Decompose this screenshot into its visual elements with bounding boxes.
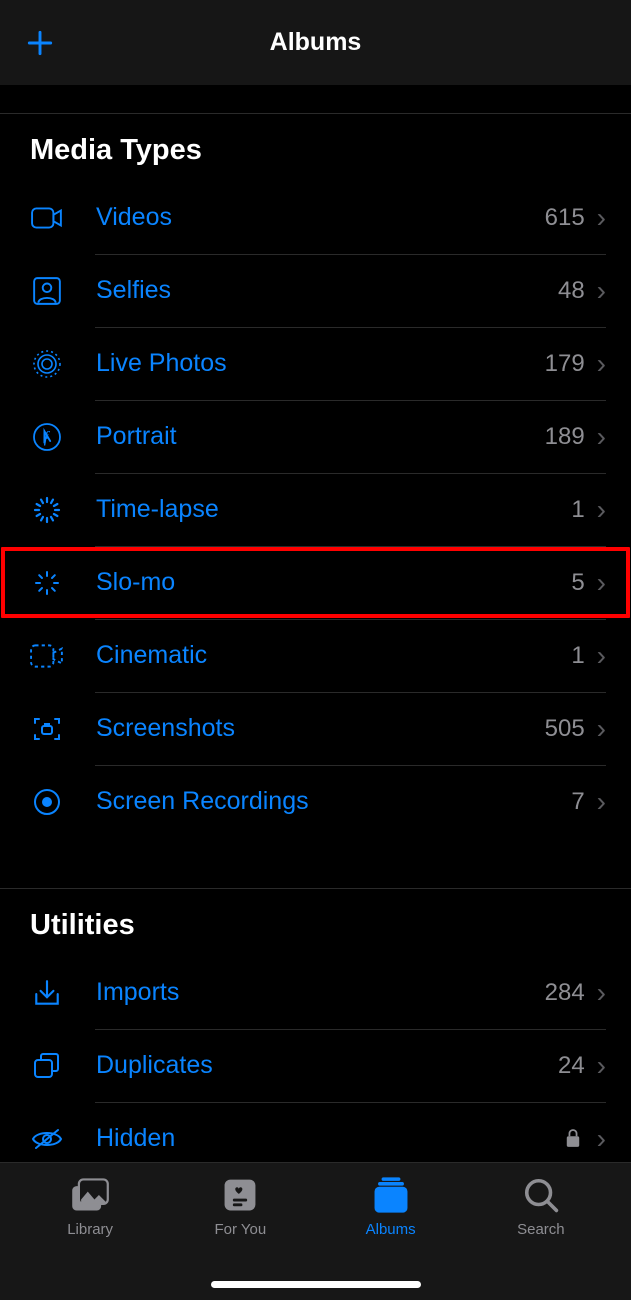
home-indicator[interactable] xyxy=(211,1281,421,1288)
media-types-list: Videos 615 › Selfies 48 › Live Photos 17… xyxy=(0,181,631,838)
page-title: Albums xyxy=(270,28,362,57)
list-item-videos[interactable]: Videos 615 › xyxy=(0,181,631,254)
item-count: 48 xyxy=(558,277,585,305)
chevron-right-icon: › xyxy=(597,788,606,816)
item-count: 179 xyxy=(545,350,585,378)
chevron-right-icon: › xyxy=(597,715,606,743)
library-icon xyxy=(70,1175,110,1215)
tab-for-you[interactable]: For You xyxy=(180,1175,300,1238)
chevron-right-icon: › xyxy=(597,569,606,597)
chevron-right-icon: › xyxy=(597,496,606,524)
item-count: 615 xyxy=(545,204,585,232)
video-icon xyxy=(30,201,64,235)
item-label: Selfies xyxy=(96,276,558,305)
item-count: 1 xyxy=(571,642,584,670)
item-label: Imports xyxy=(96,978,545,1007)
live-photos-icon xyxy=(30,347,64,381)
chevron-right-icon: › xyxy=(597,277,606,305)
item-count: 284 xyxy=(545,979,585,1007)
screenshots-icon xyxy=(30,712,64,746)
item-label: Duplicates xyxy=(96,1051,558,1080)
svg-text:f: f xyxy=(44,429,51,446)
chevron-right-icon: › xyxy=(597,1052,606,1080)
chevron-right-icon: › xyxy=(597,350,606,378)
list-item-screen-recordings[interactable]: Screen Recordings 7 › xyxy=(0,765,631,838)
chevron-right-icon: › xyxy=(597,979,606,1007)
item-label: Cinematic xyxy=(96,641,571,670)
tab-label: Library xyxy=(67,1221,113,1238)
item-label: Screen Recordings xyxy=(96,787,571,816)
portrait-icon: f xyxy=(30,420,64,454)
item-count: 505 xyxy=(545,715,585,743)
duplicates-icon xyxy=(30,1049,64,1083)
item-count: 7 xyxy=(571,788,584,816)
timelapse-icon xyxy=(30,493,64,527)
list-item-imports[interactable]: Imports 284 › xyxy=(0,956,631,1029)
item-count: 24 xyxy=(558,1052,585,1080)
tab-label: Albums xyxy=(366,1221,416,1238)
list-item-duplicates[interactable]: Duplicates 24 › xyxy=(0,1029,631,1102)
item-count: 1 xyxy=(571,496,584,524)
item-label: Live Photos xyxy=(96,349,545,378)
chevron-right-icon: › xyxy=(597,642,606,670)
tab-search[interactable]: Search xyxy=(481,1175,601,1238)
item-count: 189 xyxy=(545,423,585,451)
tab-label: For You xyxy=(215,1221,267,1238)
item-label: Slo-mo xyxy=(96,568,571,597)
tab-albums[interactable]: Albums xyxy=(331,1175,451,1238)
list-item-timelapse[interactable]: Time-lapse 1 › xyxy=(0,473,631,546)
item-label: Screenshots xyxy=(96,714,545,743)
screen-recordings-icon xyxy=(30,785,64,819)
media-types-header: Media Types xyxy=(0,114,631,181)
item-label: Videos xyxy=(96,203,545,232)
utilities-list: Imports 284 › Duplicates 24 › Hidden › xyxy=(0,956,631,1175)
selfies-icon xyxy=(30,274,64,308)
for-you-icon xyxy=(220,1175,260,1215)
chevron-right-icon: › xyxy=(597,423,606,451)
imports-icon xyxy=(30,976,64,1010)
add-album-button[interactable] xyxy=(20,23,60,63)
item-label: Portrait xyxy=(96,422,545,451)
list-item-cinematic[interactable]: Cinematic 1 › xyxy=(0,619,631,692)
tab-bar: Library For You Albums Search xyxy=(0,1162,631,1300)
list-item-live-photos[interactable]: Live Photos 179 › xyxy=(0,327,631,400)
chevron-right-icon: › xyxy=(597,204,606,232)
tab-library[interactable]: Library xyxy=(30,1175,150,1238)
slomo-icon xyxy=(30,566,64,600)
item-label: Time-lapse xyxy=(96,495,571,524)
tab-label: Search xyxy=(517,1221,565,1238)
search-icon xyxy=(521,1175,561,1215)
list-item-screenshots[interactable]: Screenshots 505 › xyxy=(0,692,631,765)
chevron-right-icon: › xyxy=(597,1125,606,1153)
list-item-selfies[interactable]: Selfies 48 › xyxy=(0,254,631,327)
item-count: 5 xyxy=(571,569,584,597)
utilities-header: Utilities xyxy=(0,889,631,956)
list-item-slomo[interactable]: Slo-mo 5 › xyxy=(0,546,631,619)
nav-bar: Albums xyxy=(0,0,631,85)
hidden-icon xyxy=(30,1122,64,1156)
lock-icon xyxy=(565,1128,583,1150)
albums-icon xyxy=(371,1175,411,1215)
list-item-portrait[interactable]: f Portrait 189 › xyxy=(0,400,631,473)
cinematic-icon xyxy=(30,639,64,673)
item-label: Hidden xyxy=(96,1124,565,1153)
content: Media Types Videos 615 › Selfies 48 › Li… xyxy=(0,113,631,1175)
